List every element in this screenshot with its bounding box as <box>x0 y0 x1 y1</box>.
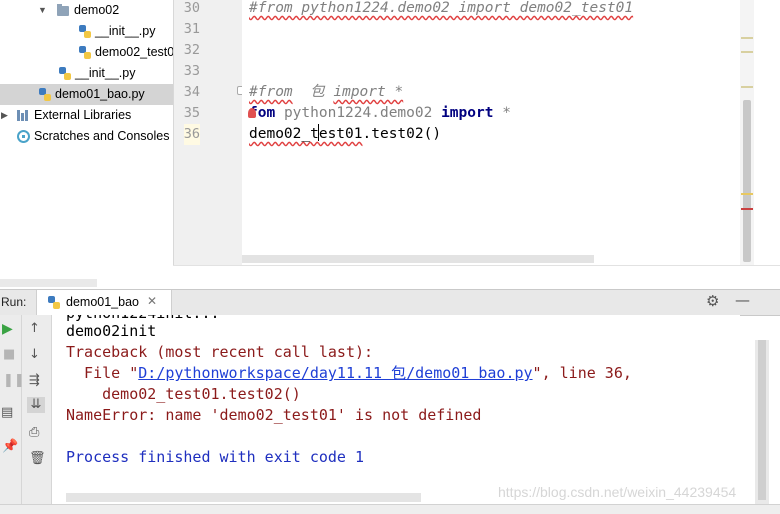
code-line-34: #from 包 import * <box>249 82 403 103</box>
pin-icon[interactable]: 📌 <box>2 439 18 455</box>
comment-import: import * <box>333 84 404 100</box>
scratches-icon <box>17 130 30 143</box>
file-prefix: File " <box>66 364 139 382</box>
chevron-down-icon[interactable]: ▼ <box>38 0 47 21</box>
tree-item-init-py-root[interactable]: __init__.py <box>0 63 173 84</box>
scrollbar-thumb[interactable] <box>758 340 766 500</box>
lightbulb-icon[interactable] <box>247 108 256 118</box>
project-tree: ▼ demo02 __init__.py demo02_test01 __ini… <box>0 0 173 288</box>
line-number-gutter: 30 31 32 33 34 35 36 <box>173 0 243 265</box>
undefined-name-b: est01 <box>318 126 363 142</box>
console-error-file-line: File "D:/pythonworkspace/day11.11 包/demo… <box>66 363 632 384</box>
chevron-right-icon[interactable]: ▶ <box>1 105 8 126</box>
minimize-icon[interactable]: — <box>735 291 750 309</box>
run-tab-label: demo01_bao <box>66 295 139 309</box>
undefined-name-a: demo02_t <box>249 126 319 142</box>
library-icon <box>17 110 29 121</box>
line-number: 31 <box>183 21 200 37</box>
code-editor[interactable]: #from python1224.demo02 import demo02_te… <box>242 0 740 265</box>
code-line-30: #from python1224.demo02 import demo02_te… <box>249 0 633 19</box>
tree-item-external-libraries[interactable]: ▶ External Libraries <box>0 105 173 126</box>
run-panel-header: Run: demo01_bao ✕ ⚙ — <box>0 289 780 316</box>
console-horizontal-scrollbar[interactable] <box>66 493 421 502</box>
keyword-import: import <box>441 105 494 121</box>
gear-icon[interactable]: ⚙ <box>706 292 719 310</box>
tree-horizontal-scrollbar[interactable] <box>0 279 97 287</box>
line-number: 30 <box>183 0 200 16</box>
comment-text: #from python1224.demo02 import demo02_te… <box>249 0 634 16</box>
error-stripe-mark[interactable] <box>741 86 753 88</box>
console-exit-line: Process finished with exit code 1 <box>66 448 365 466</box>
error-stripe-mark[interactable] <box>741 37 753 39</box>
tree-item-demo02[interactable]: ▼ demo02 <box>0 0 173 21</box>
keyword-from-rest: om <box>257 105 276 121</box>
scroll-to-end-icon[interactable]: ⇊ <box>27 397 45 413</box>
python-file-icon <box>59 67 71 80</box>
module-name: python1224.demo02 <box>283 105 433 121</box>
line-number: 32 <box>183 42 200 58</box>
print-icon[interactable]: ⎙ <box>29 425 39 441</box>
tree-item-label: Scratches and Consoles <box>34 129 170 143</box>
run-tab-demo01-bao[interactable]: demo01_bao ✕ <box>36 290 172 315</box>
line-number: 33 <box>183 63 200 79</box>
rerun-icon[interactable]: ▶ <box>2 321 13 337</box>
code-line-35: fom python1224.demo02 import * <box>247 103 511 124</box>
line-number-current: 36 <box>183 124 200 145</box>
tree-item-demo01-bao[interactable]: demo01_bao.py <box>0 84 173 105</box>
console-line: demo02init <box>66 322 157 340</box>
tree-item-label: __init__.py <box>95 24 156 38</box>
tree-item-label: demo02_test01 <box>95 45 173 59</box>
error-stripe-mark[interactable] <box>741 193 753 195</box>
tree-item-scratches[interactable]: Scratches and Consoles <box>0 126 173 147</box>
soft-wrap-icon[interactable]: ⇶ <box>29 373 40 389</box>
editor-horizontal-scrollbar[interactable] <box>242 255 594 263</box>
console-error-line: NameError: name 'demo02_test01' is not d… <box>66 406 482 424</box>
stop-icon[interactable]: ■ <box>3 347 15 363</box>
scrollbar-thumb[interactable] <box>743 100 751 262</box>
editor-bottom-area <box>173 265 780 291</box>
run-toolbar-secondary: ↑ ↓ ⇶ ⇊ ⎙ 🗑 <box>22 315 52 513</box>
line-number: 35 <box>183 105 200 121</box>
import-star: * <box>502 105 511 121</box>
folder-icon <box>57 4 69 16</box>
method-call: .test02() <box>362 126 442 142</box>
tree-item-label: demo02 <box>74 3 120 17</box>
console-error-line: Traceback (most recent call last): <box>66 343 374 361</box>
watermark: https://blog.csdn.net/weixin_44239454 <box>498 484 737 500</box>
tree-item-label: __init__.py <box>75 66 136 80</box>
editor-vertical-scrollbar[interactable] <box>740 0 754 265</box>
close-icon[interactable]: ✕ <box>147 294 157 308</box>
run-toolbar-primary: ▶ ■ ❚❚ ▤ 📌 <box>0 315 25 513</box>
console-error-line: demo02_test01.test02() <box>66 385 301 403</box>
python-file-icon <box>79 46 91 59</box>
console-vertical-scrollbar[interactable] <box>755 340 769 505</box>
trash-icon[interactable]: 🗑 <box>29 451 46 467</box>
file-link[interactable]: D:/pythonworkspace/day11.11 包/demo01 bao… <box>138 364 532 382</box>
python-file-icon <box>39 88 51 101</box>
layout-icon[interactable]: ▤ <box>1 405 13 421</box>
file-suffix: ", line 36, <box>532 364 632 382</box>
error-stripe-mark[interactable] <box>741 208 753 210</box>
comment-package: 包 <box>310 84 325 100</box>
tree-item-label: demo01_bao.py <box>55 87 145 101</box>
arrow-up-icon[interactable]: ↑ <box>29 321 40 337</box>
run-label: Run: <box>1 295 27 309</box>
tree-item-demo02-test01[interactable]: demo02_test01 <box>0 42 173 63</box>
error-stripe-mark[interactable] <box>741 51 753 53</box>
tree-item-label: External Libraries <box>34 108 132 122</box>
line-number: 34 <box>183 84 200 100</box>
python-file-icon <box>48 296 60 309</box>
comment-from: #from <box>249 84 293 100</box>
code-line-36: demo02_test01.test02() <box>249 124 441 145</box>
tree-item-init-py[interactable]: __init__.py <box>0 21 173 42</box>
python-file-icon <box>79 25 91 38</box>
arrow-down-icon[interactable]: ↓ <box>29 347 40 363</box>
